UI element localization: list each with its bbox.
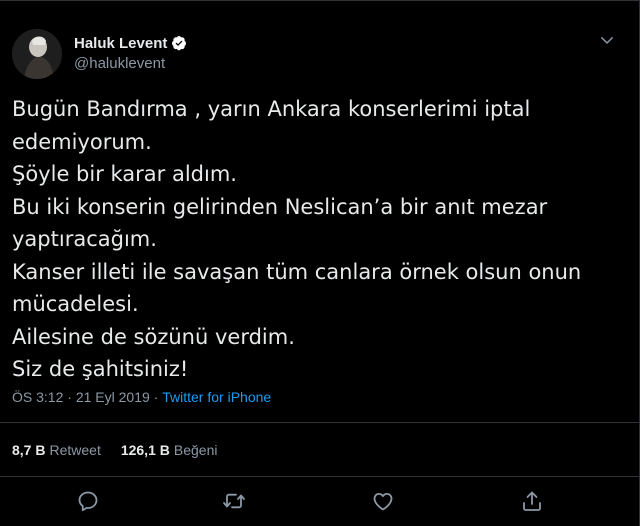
chevron-down-icon[interactable] bbox=[598, 31, 616, 49]
retweets-count: 8,7 B bbox=[12, 442, 46, 458]
meta-separator: · bbox=[149, 389, 163, 405]
tweet-text-line: mücadelesi. bbox=[12, 292, 139, 316]
likes-label: Beğeni bbox=[173, 442, 218, 458]
tweet-text-line: yaptıracağım. bbox=[12, 227, 157, 251]
meta-separator: · bbox=[63, 389, 76, 405]
likes-stat[interactable]: 126,1 B Beğeni bbox=[121, 442, 218, 458]
tweet-meta: ÖS 3:12 · 21 Eyl 2019 · Twitter for iPho… bbox=[12, 389, 271, 405]
tweet-text-line: Ailesine de sözünü verdim. bbox=[12, 324, 295, 349]
tweet-text-line: Bugün Bandırma , yarın Ankara konserleri… bbox=[12, 97, 531, 121]
tweet-date[interactable]: 21 Eyl 2019 bbox=[76, 389, 150, 405]
divider bbox=[0, 422, 640, 423]
share-icon[interactable] bbox=[520, 489, 544, 513]
reply-icon[interactable] bbox=[76, 489, 100, 513]
retweets-label: Retweet bbox=[49, 442, 101, 458]
avatar-image bbox=[12, 29, 62, 79]
tweet-text-line: Bu iki konserin gelirinden Neslican’a bi… bbox=[12, 194, 548, 219]
display-name[interactable]: Haluk Levent bbox=[74, 35, 167, 52]
tweet-header: Haluk Levent @haluklevent bbox=[12, 29, 622, 79]
tweet-stats: 8,7 B Retweet 126,1 B Beğeni bbox=[12, 442, 217, 458]
tweet-text-line: Şöyle bir karar aldım. bbox=[12, 162, 237, 186]
tweet-text-line: Siz de şahitsiniz! bbox=[12, 357, 189, 381]
divider bbox=[0, 476, 640, 477]
like-icon[interactable] bbox=[371, 489, 395, 513]
avatar[interactable] bbox=[12, 29, 62, 79]
tweet-text: Bugün Bandırma , yarın Ankara konserleri… bbox=[12, 93, 612, 386]
tweet-text-line: edemiyorum. bbox=[12, 129, 152, 154]
user-names: Haluk Levent @haluklevent bbox=[74, 33, 187, 72]
likes-count: 126,1 B bbox=[120, 442, 170, 458]
tweet-source-link[interactable]: Twitter for iPhone bbox=[162, 389, 271, 405]
tweet-time[interactable]: ÖS 3:12 bbox=[12, 389, 63, 405]
tweet-actions bbox=[0, 489, 640, 517]
verified-badge-icon bbox=[171, 35, 187, 51]
retweets-stat[interactable]: 8,7 B Retweet bbox=[12, 442, 101, 458]
retweet-icon[interactable] bbox=[222, 489, 246, 513]
user-handle[interactable]: @haluklevent bbox=[74, 55, 187, 72]
tweet-card: Haluk Levent @haluklevent Bugün Bandırma… bbox=[0, 0, 640, 526]
tweet-text-line: Kanser illeti ile savaşan tüm canlara ör… bbox=[12, 259, 582, 284]
